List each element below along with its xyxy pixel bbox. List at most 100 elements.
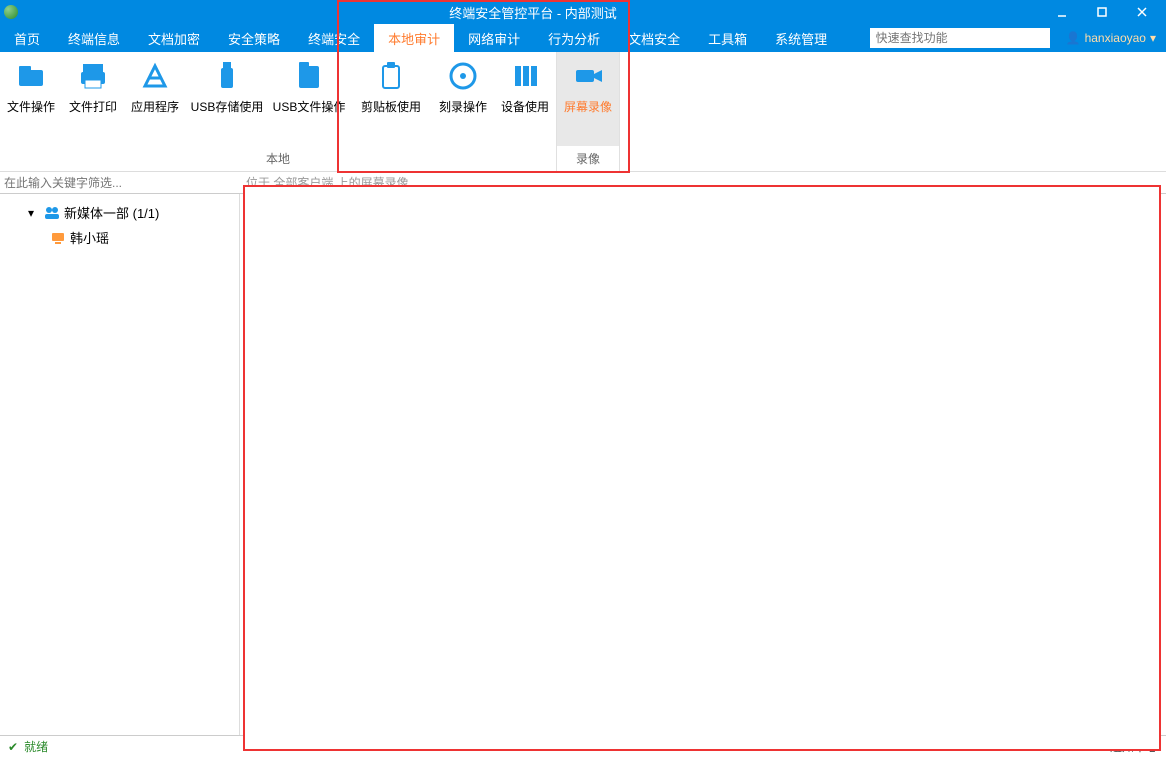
recording-thumb[interactable]: 韩小瑶2023-09-2110:56:07	[524, 394, 629, 532]
thumbnail-meta: 韩小瑶2023-09-2117:51:56	[276, 312, 345, 366]
recording-thumb[interactable]: 韩小瑶2023-09-21	[524, 561, 629, 669]
content-toolbar	[240, 194, 1166, 216]
recording-thumb[interactable]: 韩小瑶2023-09-2114:25:48	[923, 228, 1028, 366]
menu-item-6[interactable]: 网络审计	[454, 24, 534, 52]
recording-thumb[interactable]: 韩小瑶2023-09-21	[657, 561, 762, 669]
thumbnail-image	[790, 228, 895, 292]
play-button[interactable]	[1062, 197, 1078, 213]
maximize-button[interactable]	[1082, 0, 1122, 24]
recording-thumb[interactable]: 韩小瑶2023-09-2114:57:39	[790, 228, 895, 366]
keyword-search-input[interactable]	[246, 701, 984, 729]
menu-item-3[interactable]: 安全策略	[214, 24, 294, 52]
status-text: 就绪	[24, 738, 48, 755]
recording-gallery[interactable]: 韩小瑶2023-09-2117:51:56 韩小瑶2023-09-2117:14:…	[240, 216, 1166, 669]
date-range-select[interactable]: 近 7 天 ▾	[1020, 701, 1160, 729]
thumbnail-image	[790, 394, 895, 458]
thumbnail-image	[524, 561, 629, 625]
thumbnail-image	[790, 561, 895, 625]
pager-last-button[interactable]: ⏭	[396, 677, 407, 692]
ribbon-disc-button[interactable]: 刻录操作	[432, 52, 494, 146]
user-menu[interactable]: 👤hanxiaoyao▾	[1056, 24, 1166, 52]
recording-thumb[interactable]: 韩小瑶2023-09-2110:22:55	[657, 394, 762, 532]
thumbnail-image	[657, 561, 762, 625]
minimize-button[interactable]	[1042, 0, 1082, 24]
recording-thumb[interactable]: 韩小瑶2023-09-2113:14:54	[258, 394, 363, 532]
pager-first-button[interactable]: ⏮	[253, 677, 264, 692]
recording-thumb[interactable]: 韩小瑶2023-09-2117:51:56	[258, 228, 363, 366]
ribbon-device-button[interactable]: 设备使用	[494, 52, 556, 146]
ribbon-label: 文件打印	[69, 98, 117, 115]
menu-item-8[interactable]: 文档安全	[614, 24, 694, 52]
ribbon-app-button[interactable]: 应用程序	[124, 52, 186, 146]
thumbnail-image	[923, 561, 1028, 625]
ribbon-label: 文件操作	[7, 98, 55, 115]
menu-item-4[interactable]: 终端安全	[294, 24, 374, 52]
ribbon-usb-button[interactable]: USB存储使用	[186, 52, 268, 146]
recording-thumb[interactable]: 韩小瑶2023-09-2117:14:28	[391, 228, 496, 366]
gear-icon	[1114, 197, 1130, 213]
window-title: 终端安全管控平台 - 内部测试	[24, 3, 1042, 22]
clipboard-icon	[375, 60, 407, 92]
recording-thumb[interactable]: 韩小瑶2023-09-21	[391, 561, 496, 669]
recording-thumb[interactable]: 韩小瑶2023-09-2116:09:35	[524, 228, 629, 366]
group-icon	[44, 205, 60, 221]
recording-thumb[interactable]: 韩小瑶2023-09-2109:05:02	[923, 394, 1028, 532]
menu-item-5[interactable]: 本地审计	[374, 24, 454, 52]
menu-item-2[interactable]: 文档加密	[134, 24, 214, 52]
recording-thumb[interactable]: 韩小瑶2023-09-2111:30:40	[391, 394, 496, 532]
refresh-button[interactable]	[1140, 197, 1156, 213]
status-bar: ✔ 就绪 ✉ 通知中心	[0, 735, 1166, 757]
list-button[interactable]	[1088, 197, 1104, 213]
app-logo-icon	[4, 5, 18, 19]
thumbnail-meta: 韩小瑶2023-09-2109:05:02	[941, 478, 1010, 532]
ribbon-printer-button[interactable]: 文件打印	[62, 52, 124, 146]
menu-item-7[interactable]: 行为分析	[534, 24, 614, 52]
recording-thumb[interactable]: 韩小瑶2023-09-21	[790, 561, 895, 669]
ribbon-usb-file-button[interactable]: USB文件操作	[268, 52, 350, 146]
recording-thumb[interactable]: 韩小瑶2023-09-21	[923, 561, 1028, 669]
pager-next-button[interactable]: ▶	[378, 677, 387, 691]
pc-icon	[50, 230, 66, 246]
thumbnail-meta: 韩小瑶2023-09-2115:31:10	[675, 312, 744, 366]
recording-thumb[interactable]: 韩小瑶2023-09-21	[258, 561, 363, 669]
breadcrumb: 位于 全部客户端 上的屏幕录像	[240, 174, 409, 191]
thumbnail-meta: 韩小瑶2023-09-21	[542, 645, 611, 669]
ribbon-clipboard-button[interactable]: 剪贴板使用	[350, 52, 432, 146]
recording-thumb[interactable]: 韩小瑶2023-09-2115:31:10	[657, 228, 762, 366]
quick-search-input[interactable]	[870, 28, 1050, 48]
notification-center-button[interactable]: ✉ 通知中心	[1096, 738, 1158, 755]
pager-prev-button[interactable]: ◀	[272, 677, 281, 691]
ribbon-folder-gear-button[interactable]: 文件操作	[0, 52, 62, 146]
tree-label: 新媒体一部 (1/1)	[64, 203, 159, 222]
thumbnail-image	[923, 394, 1028, 458]
menu-item-1[interactable]: 终端信息	[54, 24, 134, 52]
tree-node-group[interactable]: ▾新媒体一部 (1/1)	[4, 200, 235, 225]
keyword-search-button[interactable]	[990, 701, 1014, 729]
ribbon-label: 设备使用	[501, 98, 549, 115]
printer-icon	[77, 60, 109, 92]
thumbnail-meta: 韩小瑶2023-09-2114:25:48	[941, 312, 1010, 366]
gear-button[interactable]	[1114, 197, 1130, 213]
close-button[interactable]	[1122, 0, 1162, 24]
user-icon: 👤	[1066, 31, 1081, 45]
thumbnail-image	[391, 394, 496, 458]
thumbnail-image	[524, 228, 629, 292]
menu-item-0[interactable]: 首页	[0, 24, 54, 52]
disc-icon	[447, 60, 479, 92]
ribbon-label: 剪贴板使用	[361, 98, 421, 115]
thumbnail-meta: 韩小瑶2023-09-2116:09:35	[542, 312, 611, 366]
tree-filter-input[interactable]	[0, 176, 240, 190]
pager: ⏮ ◀ 第 1 页, 共 1 页 ▶ ⏭	[246, 671, 1160, 697]
device-icon	[509, 60, 541, 92]
menu-item-10[interactable]: 系统管理	[761, 24, 841, 52]
recording-thumb[interactable]: 韩小瑶2023-09-2109:39:39	[790, 394, 895, 532]
thumbnail-meta: 韩小瑶2023-09-2109:39:39	[808, 478, 877, 532]
ribbon-label: 屏幕录像	[564, 98, 612, 115]
tree-node-client[interactable]: 韩小瑶	[4, 225, 235, 250]
date-range-label: 近 7 天	[1027, 707, 1064, 724]
ribbon-group-label: 本地	[0, 146, 556, 171]
ribbon-camera-button[interactable]: 屏幕录像	[557, 52, 619, 146]
chevron-down-icon: ▾	[1147, 708, 1153, 722]
play-icon	[1062, 197, 1078, 213]
menu-item-9[interactable]: 工具箱	[694, 24, 761, 52]
